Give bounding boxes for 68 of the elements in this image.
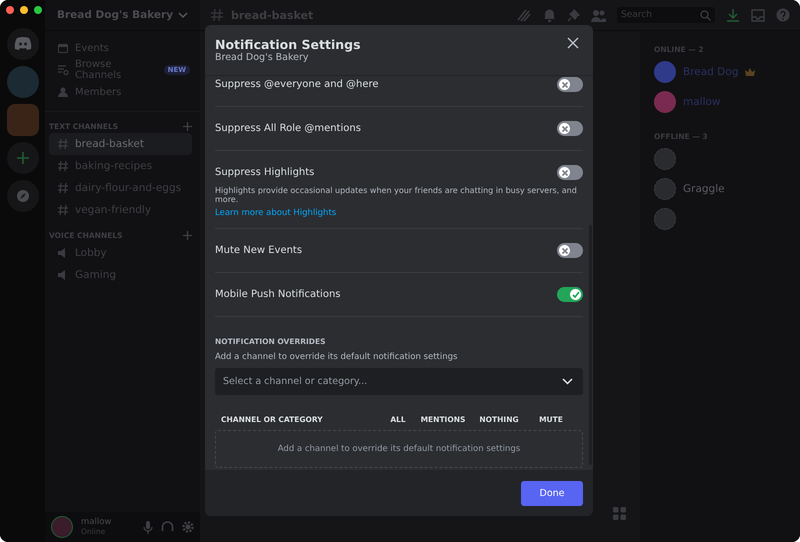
hash-icon — [210, 8, 224, 22]
bell-icon[interactable] — [543, 8, 556, 22]
microphone-icon[interactable] — [143, 520, 153, 534]
toggle-switch[interactable] — [557, 77, 583, 92]
user-name: mallow — [81, 517, 112, 527]
setting-description: Highlights provide occasional updates when your friends are chatting in busy servers, and more. — [215, 186, 578, 204]
toggle-switch[interactable] — [557, 121, 583, 136]
done-button[interactable]: Done — [521, 480, 583, 506]
member-avatar[interactable] — [654, 208, 676, 230]
list-search-icon — [57, 64, 69, 76]
user-avatar[interactable] — [51, 516, 73, 538]
dialog-title: Notification Settings — [215, 37, 361, 52]
member-avatar[interactable] — [654, 178, 676, 200]
learn-more-link[interactable]: Learn more about Highlights — [215, 208, 583, 218]
chevron-down-icon[interactable] — [178, 12, 188, 18]
setting-label: Suppress Highlights — [215, 167, 314, 178]
member-avatar[interactable] — [654, 148, 676, 170]
x-icon — [560, 80, 568, 88]
zoom-window-dot[interactable] — [34, 6, 42, 14]
chevron-down-icon — [562, 378, 573, 385]
toggle-switch[interactable] — [557, 165, 583, 180]
member-name[interactable]: mallow — [683, 96, 721, 108]
hash-icon — [57, 182, 69, 194]
threads-icon[interactable] — [516, 8, 532, 22]
headphones-icon[interactable] — [161, 521, 174, 533]
plus-icon[interactable] — [183, 231, 192, 240]
minimize-window-dot[interactable] — [20, 6, 28, 14]
hash-icon — [57, 138, 69, 150]
hash-icon — [57, 204, 69, 216]
download-icon[interactable] — [726, 8, 740, 22]
empty-message: Add a channel to override its default notification settings — [278, 444, 520, 454]
channel-item[interactable]: bread-basket — [49, 133, 192, 155]
server-name[interactable]: Bread Dog's Bakery — [57, 9, 174, 21]
server-avatar[interactable] — [6, 66, 38, 98]
inbox-icon[interactable] — [751, 8, 765, 22]
people-icon — [57, 86, 69, 98]
search-icon — [700, 10, 711, 20]
check-icon — [572, 290, 580, 298]
home-server-icon[interactable] — [6, 28, 38, 60]
channel-select[interactable]: Select a channel or category... — [215, 368, 583, 395]
compass-icon[interactable] — [6, 180, 38, 212]
close-icon[interactable] — [567, 37, 579, 49]
setting-label: Suppress @everyone and @here — [215, 79, 379, 90]
plus-icon[interactable] — [183, 122, 192, 131]
people-icon[interactable] — [591, 8, 606, 22]
member-avatar[interactable] — [654, 91, 676, 113]
x-icon — [560, 124, 568, 132]
member-avatar[interactable] — [654, 61, 676, 83]
settings-icon[interactable] — [182, 521, 194, 533]
member-name[interactable]: Graggle — [683, 183, 725, 195]
dialog-subtitle: Bread Dog's Bakery — [215, 52, 310, 63]
pin-icon[interactable] — [567, 8, 580, 22]
close-window-dot[interactable] — [6, 6, 14, 14]
member-name[interactable]: Bread Dog — [683, 66, 738, 78]
add-server-icon[interactable] — [6, 142, 38, 174]
help-icon[interactable] — [776, 8, 790, 22]
apps-icon[interactable] — [613, 507, 626, 520]
setting-label: Mute New Events — [215, 245, 302, 256]
section-hint: Add a channel to override its default notification settings — [215, 352, 458, 362]
setting-label: Suppress All Role @mentions — [215, 123, 361, 134]
toggle-switch[interactable] — [557, 243, 583, 258]
toggle-switch[interactable] — [557, 287, 583, 302]
server-avatar[interactable] — [6, 104, 38, 136]
x-icon — [560, 168, 568, 176]
calendar-icon — [57, 42, 69, 54]
x-icon — [560, 246, 568, 254]
setting-label: Mobile Push Notifications — [215, 289, 340, 300]
hash-icon — [57, 160, 69, 172]
